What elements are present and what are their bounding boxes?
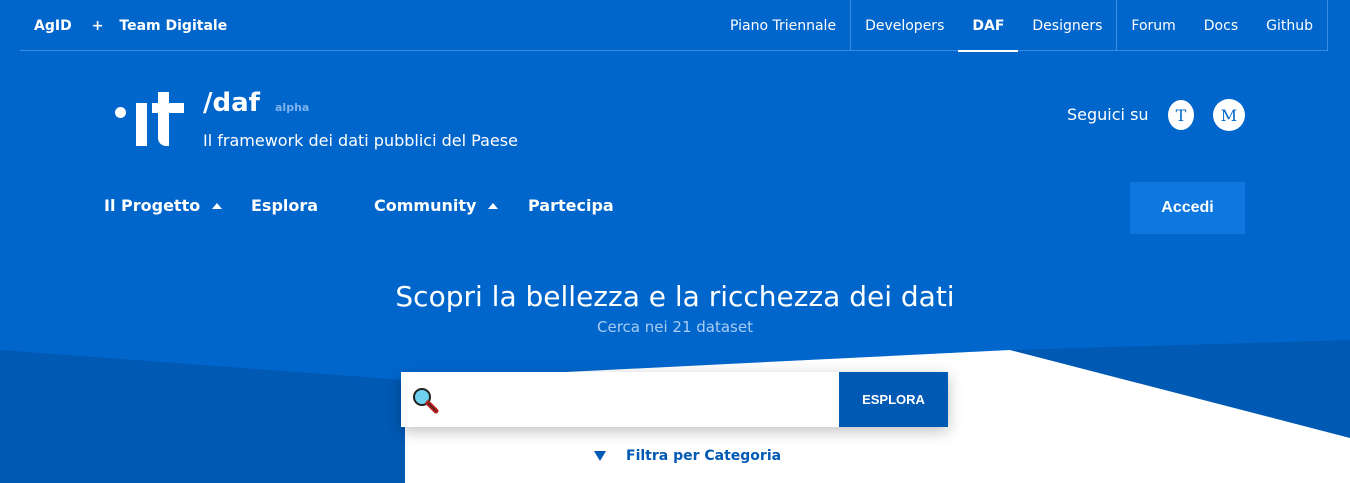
magnifier-icon	[401, 372, 449, 427]
nav-community-label: Community	[374, 196, 477, 215]
top-bar-brands: AgID + Team Digitale	[20, 0, 227, 51]
nav-il-progetto-label: Il Progetto	[104, 196, 201, 215]
site-name[interactable]: /daf	[203, 88, 260, 118]
triangle-down-icon	[594, 451, 606, 461]
top-nav-docs[interactable]: Docs	[1190, 0, 1252, 51]
top-nav-daf[interactable]: DAF	[958, 0, 1019, 52]
agid-link[interactable]: AgID	[34, 18, 72, 34]
top-nav-developers[interactable]: Developers	[851, 0, 958, 51]
top-nav: Piano Triennale Developers DAF Designers…	[716, 0, 1328, 52]
alpha-badge: alpha	[275, 101, 310, 114]
top-nav-piano-triennale[interactable]: Piano Triennale	[716, 0, 852, 51]
nav-il-progetto[interactable]: Il Progetto	[104, 196, 223, 215]
search-box: ESPLORA	[401, 372, 948, 427]
logo-dot	[115, 107, 126, 118]
login-button[interactable]: Accedi	[1130, 182, 1245, 234]
esplora-button[interactable]: ESPLORA	[839, 372, 948, 427]
follow-label: Seguici su	[1067, 105, 1149, 124]
team-digitale-link[interactable]: Team Digitale	[119, 18, 227, 34]
caret-up-icon	[488, 202, 499, 209]
hero-title: Scopri la bellezza e la ricchezza dei da…	[395, 280, 955, 313]
top-bar: AgID + Team Digitale Piano Triennale Dev…	[20, 0, 1328, 52]
hero-subtitle: Cerca nei 21 dataset	[597, 318, 753, 336]
top-nav-forum[interactable]: Forum	[1117, 0, 1189, 51]
filter-label: Filtra per Categoria	[626, 448, 782, 464]
top-nav-github[interactable]: Github	[1252, 0, 1328, 51]
nav-esplora[interactable]: Esplora	[251, 196, 318, 215]
logo-t-bar	[152, 103, 184, 113]
twitter-icon[interactable]: T	[1168, 100, 1194, 130]
search-input[interactable]	[449, 372, 839, 427]
top-nav-designers[interactable]: Designers	[1018, 0, 1118, 51]
site-subtitle: Il framework dei dati pubblici del Paese	[203, 131, 518, 150]
filter-toggle[interactable]: Filtra per Categoria	[594, 448, 781, 464]
plus-separator: +	[91, 17, 104, 34]
nav-partecipa-label: Partecipa	[528, 196, 614, 215]
caret-up-icon	[212, 202, 223, 209]
nav-community[interactable]: Community	[374, 196, 499, 215]
logo-i	[136, 103, 147, 146]
medium-icon[interactable]: M	[1213, 99, 1245, 131]
nav-partecipa[interactable]: Partecipa	[528, 196, 614, 215]
logo-t-stem	[158, 92, 169, 146]
nav-esplora-label: Esplora	[251, 196, 319, 215]
